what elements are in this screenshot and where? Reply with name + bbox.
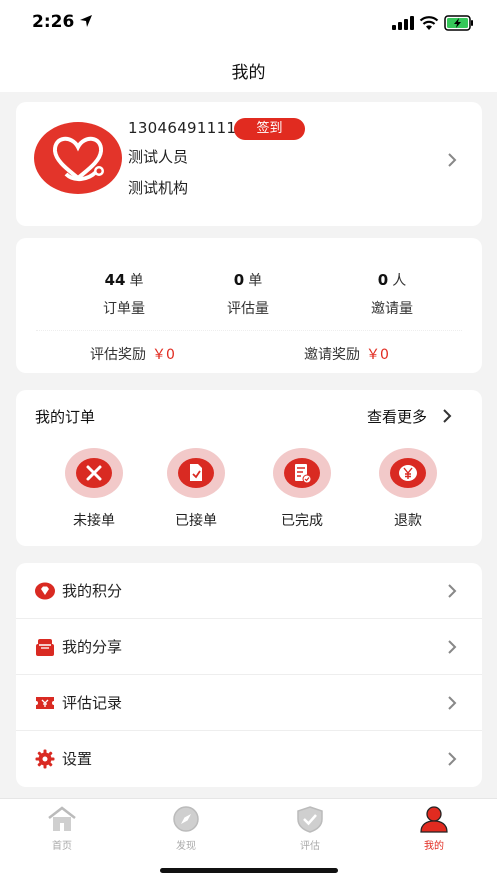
order-status-completed[interactable]: 已完成 (262, 448, 342, 530)
battery-charging-icon (444, 15, 473, 31)
status-time: 2:26 (32, 12, 75, 32)
orders-title: 我的订单 (35, 408, 96, 426)
order-status-accepted[interactable]: 已接单 (156, 448, 236, 530)
menu-item-settings[interactable]: 设置 (16, 731, 482, 787)
chevron-right-icon (448, 752, 457, 766)
cellular-signal-icon (392, 16, 414, 30)
gift-icon (36, 639, 54, 656)
wifi-icon (419, 16, 439, 30)
home-indicator (160, 868, 338, 873)
menu-item-points[interactable]: 我的积分 (16, 563, 482, 619)
tab-assess[interactable]: 评估 (280, 805, 340, 852)
compass-icon (173, 806, 199, 832)
chevron-right-icon (448, 584, 457, 598)
view-more-link[interactable]: 查看更多 (367, 406, 427, 427)
avatar (34, 122, 122, 194)
tab-discover[interactable]: 发现 (156, 805, 216, 852)
checklist-icon (273, 448, 331, 498)
chevron-right-icon[interactable] (441, 408, 453, 424)
orders-card: 我的订单 查看更多 未接单 已接单 已完成 退款 (16, 390, 482, 546)
user-name: 测试人员 (128, 148, 189, 166)
checkin-button[interactable]: 签到 (234, 118, 305, 140)
shield-check-icon (297, 806, 323, 833)
chevron-right-icon (448, 640, 457, 654)
user-icon (420, 806, 448, 833)
invite-reward: 邀请奖励 ￥0 (304, 347, 389, 363)
x-icon (65, 448, 123, 498)
order-status-refund[interactable]: 退款 (368, 448, 448, 530)
divider (36, 330, 462, 331)
nav-bar: 我的 (0, 46, 497, 92)
stat-invite-count[interactable]: 0人 邀请量 (332, 270, 452, 318)
organization-name: 测试机构 (128, 179, 189, 197)
tab-mine[interactable]: 我的 (404, 805, 464, 852)
chevron-right-icon (448, 153, 457, 167)
ticket-icon (36, 697, 54, 709)
gear-icon (35, 749, 55, 769)
chevron-right-icon (448, 696, 457, 710)
tab-home[interactable]: 首页 (32, 805, 92, 852)
stat-order-count[interactable]: 44 单 订单量 (64, 270, 184, 318)
assessment-reward: 评估奖励 ￥0 (90, 347, 175, 363)
stats-card: 44 单 订单量 0单 评估量 0人 邀请量 评估奖励 ￥0 邀请奖励 ￥0 (16, 238, 482, 373)
menu-item-share[interactable]: 我的分享 (16, 619, 482, 675)
yen-icon (379, 448, 437, 498)
order-status-unaccepted[interactable]: 未接单 (54, 448, 134, 530)
phone-number: 13046491111 (128, 119, 237, 137)
status-bar: 2:26 (0, 0, 497, 46)
menu-item-assessment-records[interactable]: 评估记录 (16, 675, 482, 731)
document-icon (167, 448, 225, 498)
stat-assessment-count[interactable]: 0单 评估量 (188, 270, 308, 318)
menu-card: 我的积分 我的分享 评估记录 设置 (16, 563, 482, 787)
location-arrow-icon (80, 15, 92, 27)
diamond-icon (35, 582, 55, 600)
profile-card[interactable]: 13046491111 签到 测试人员 测试机构 (16, 102, 482, 226)
page-title: 我的 (231, 63, 266, 83)
home-icon (48, 806, 76, 831)
